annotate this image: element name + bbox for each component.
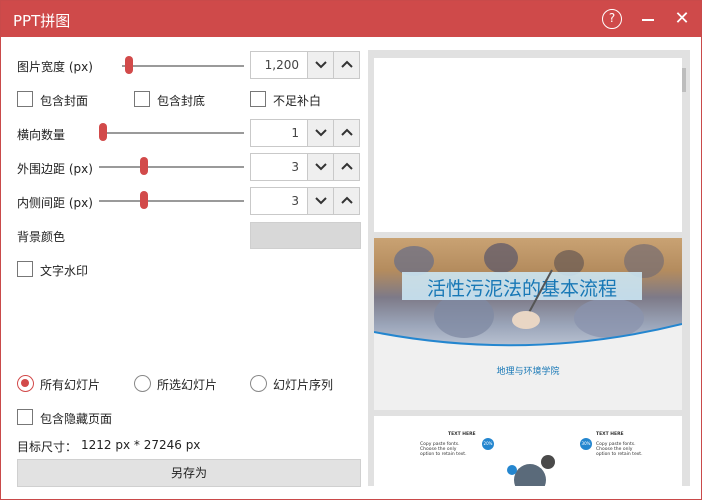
- inner-spacing-increase-button[interactable]: [333, 188, 359, 214]
- slide-sequence-radio[interactable]: [250, 375, 267, 392]
- preview-slide-blank: [374, 58, 682, 232]
- outer-margin-slider-track[interactable]: [99, 166, 244, 168]
- image-width-label: 图片宽度 (px): [17, 60, 93, 74]
- bg-color-label: 背景颜色: [17, 230, 66, 244]
- preview-pane[interactable]: 活性污泥法的基本流程 地理与环境学院 TEXT HERE Copy paste …: [368, 50, 690, 486]
- target-size-value: 1212 px * 27246 px: [81, 438, 201, 452]
- outer-margin-value[interactable]: 3: [291, 160, 299, 174]
- pen-hand-image: [512, 269, 553, 329]
- include-back-checkbox[interactable]: [134, 91, 150, 107]
- minimize-icon[interactable]: [638, 9, 658, 29]
- include-cover-label: 包含封面: [40, 94, 89, 108]
- columns-label: 横向数量: [17, 128, 66, 142]
- chevron-up-icon: [341, 60, 353, 68]
- include-back-label: 包含封底: [157, 94, 206, 108]
- include-cover-checkbox[interactable]: [17, 91, 33, 107]
- slide-sequence-label: 幻灯片序列: [273, 378, 334, 392]
- ppt-stitch-window: PPT拼图 ? ✕ 图片宽度 (px) 1,200 包含封面 包含封底 不足补白…: [0, 0, 702, 500]
- target-size-label: 目标尺寸：: [17, 440, 78, 454]
- preview-slide-title: 活性污泥法的基本流程 地理与环境学院: [374, 238, 682, 410]
- columns-slider-thumb[interactable]: [99, 123, 107, 141]
- chevron-up-icon: [341, 162, 353, 170]
- slide3-copy-right: Copy paste fonts. Choose the only option…: [596, 442, 643, 457]
- preview-slide-content: TEXT HERE Copy paste fonts. Choose the o…: [374, 416, 682, 486]
- watermark-label: 文字水印: [40, 264, 89, 278]
- watermark-checkbox[interactable]: [17, 261, 33, 277]
- image-width-slider-thumb[interactable]: [125, 56, 133, 74]
- selected-slides-radio[interactable]: [134, 375, 151, 392]
- chevron-down-icon: [315, 61, 327, 69]
- outer-margin-label: 外围边距 (px): [17, 162, 93, 176]
- inner-spacing-value[interactable]: 3: [291, 194, 299, 208]
- inner-spacing-slider-thumb[interactable]: [140, 191, 148, 209]
- columns-slider-track[interactable]: [99, 132, 244, 134]
- columns-increase-button[interactable]: [333, 120, 359, 146]
- include-hidden-checkbox[interactable]: [17, 409, 33, 425]
- preview-scrollbar-thumb[interactable]: [682, 68, 686, 92]
- image-width-decrease-button[interactable]: [307, 52, 333, 78]
- outer-margin-stepper[interactable]: 3: [250, 153, 360, 181]
- image-width-increase-button[interactable]: [333, 52, 359, 78]
- virus-illustration: [507, 455, 555, 486]
- columns-value[interactable]: 1: [291, 126, 299, 140]
- image-width-value[interactable]: 1,200: [265, 58, 299, 72]
- inner-spacing-decrease-button[interactable]: [307, 188, 333, 214]
- all-slides-label: 所有幻灯片: [40, 378, 101, 392]
- inner-spacing-label: 内侧间距 (px): [17, 196, 93, 210]
- title-bar: PPT拼图 ? ✕: [1, 1, 701, 37]
- all-slides-radio[interactable]: [17, 375, 34, 392]
- chevron-down-icon: [315, 129, 327, 137]
- slide3-heading-right: TEXT HERE: [596, 432, 624, 437]
- include-hidden-label: 包含隐藏页面: [40, 412, 113, 426]
- inner-spacing-stepper[interactable]: 3: [250, 187, 360, 215]
- slide3-badge-right: 30%: [580, 438, 592, 450]
- columns-stepper[interactable]: 1: [250, 119, 360, 147]
- image-width-stepper[interactable]: 1,200: [250, 51, 360, 79]
- fill-blank-label: 不足补白: [273, 94, 322, 108]
- chevron-up-icon: [341, 128, 353, 136]
- window-title: PPT拼图: [13, 12, 71, 30]
- image-width-slider-track[interactable]: [122, 65, 244, 67]
- selected-slides-label: 所选幻灯片: [157, 378, 218, 392]
- inner-spacing-slider-track[interactable]: [99, 200, 244, 202]
- chevron-down-icon: [315, 163, 327, 171]
- columns-decrease-button[interactable]: [307, 120, 333, 146]
- close-icon[interactable]: ✕: [672, 9, 692, 29]
- outer-margin-increase-button[interactable]: [333, 154, 359, 180]
- slide3-heading-left: TEXT HERE: [448, 432, 476, 437]
- outer-margin-slider-thumb[interactable]: [140, 157, 148, 175]
- chevron-down-icon: [315, 197, 327, 205]
- slide-school-name: 地理与环境学院: [496, 367, 560, 377]
- slide3-copy-left: Copy paste fonts. Choose the only option…: [420, 442, 467, 457]
- outer-margin-decrease-button[interactable]: [307, 154, 333, 180]
- save-as-button[interactable]: 另存为: [17, 459, 361, 487]
- bg-color-swatch[interactable]: [250, 222, 361, 249]
- fill-blank-checkbox[interactable]: [250, 91, 266, 107]
- chevron-up-icon: [341, 196, 353, 204]
- slide3-badge-left: 20%: [482, 438, 494, 450]
- help-icon[interactable]: ?: [602, 9, 622, 29]
